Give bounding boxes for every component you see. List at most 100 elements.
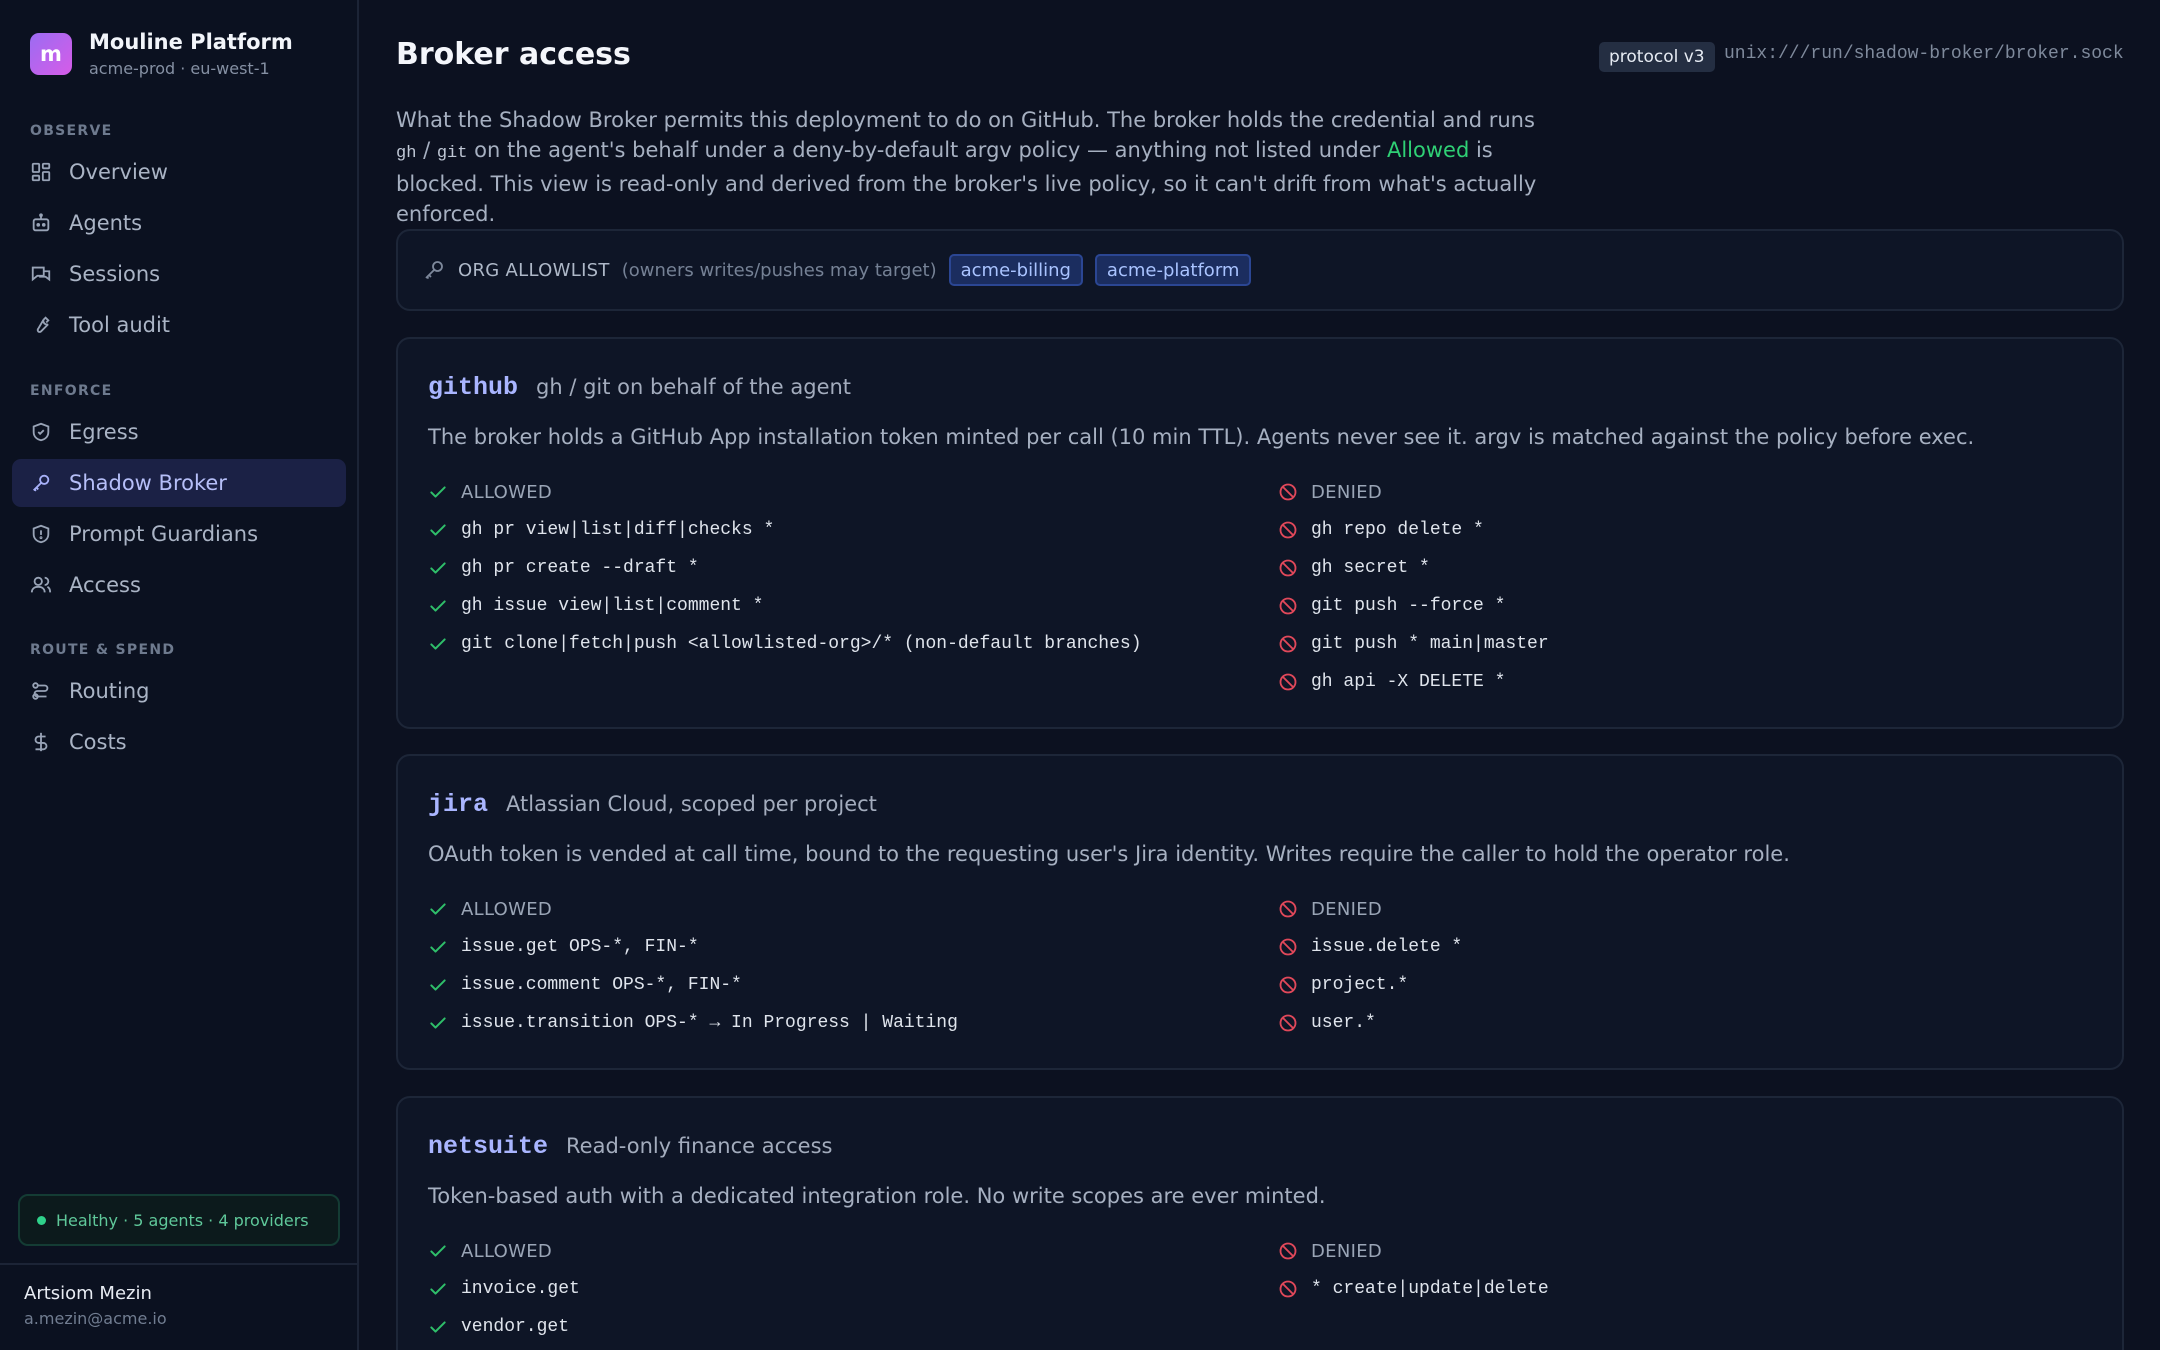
denied-label: DENIED (1311, 898, 1383, 920)
sidebar-item-egress[interactable]: Egress (12, 408, 346, 456)
health-status[interactable]: Healthy · 5 agents · 4 providers (18, 1194, 340, 1246)
shield-check-icon (30, 421, 52, 443)
service-description: The broker holds a GitHub App installati… (428, 425, 1975, 449)
ban-icon (1278, 899, 1298, 919)
page-title: Broker access (396, 37, 631, 72)
sidebar: m Mouline Platform acme-prod · eu-west-1… (0, 0, 359, 1350)
rule-pattern: gh secret * (1311, 558, 1430, 578)
check-icon (428, 596, 448, 616)
sidebar-item-routing[interactable]: Routing (12, 667, 346, 715)
sidebar-item-label: Access (69, 573, 141, 597)
rule-pattern: invoice.get (461, 1279, 580, 1299)
service-card-github: github gh / git on behalf of the agent The… (396, 337, 2124, 729)
rule-pattern: vendor.get (461, 1317, 570, 1337)
key-icon (30, 472, 52, 494)
service-description: OAuth token is vended at call time, boun… (428, 842, 1790, 866)
check-icon (428, 1279, 448, 1299)
sidebar-item-shadow-broker[interactable]: Shadow Broker (12, 459, 346, 507)
allowed-column: ALLOWED issue.get OPS-*, FIN-* issue.comme… (428, 897, 958, 1049)
sidebar-item-tool-audit[interactable]: Tool audit (12, 301, 346, 349)
status-dot (37, 1215, 46, 1225)
user-email: a.mezin@acme.io (24, 1309, 167, 1328)
socket-path: unix:///run/shadow-broker/broker.sock (1724, 44, 2124, 64)
denied-rule: gh repo delete * (1278, 518, 1549, 542)
rule-pattern: git clone|fetch|push <allowlisted-org>/*… (461, 634, 1142, 654)
check-icon (428, 634, 448, 654)
nav-section-route-spend: ROUTE & SPEND (30, 642, 176, 658)
denied-heading: DENIED (1278, 480, 1549, 504)
service-subtitle: Read-only finance access (566, 1134, 833, 1158)
denied-rule: git push * main|master (1278, 632, 1549, 656)
denied-column: DENIED issue.delete * project.* user.* (1278, 897, 1462, 1049)
denied-rule: gh api -X DELETE * (1278, 670, 1549, 694)
rule-pattern: git push --force * (1311, 596, 1506, 616)
sidebar-item-agents[interactable]: Agents (12, 199, 346, 247)
ban-icon (1278, 937, 1298, 957)
sidebar-item-label: Prompt Guardians (69, 522, 259, 546)
denied-label: DENIED (1311, 1240, 1383, 1262)
ban-icon (1278, 482, 1298, 502)
rule-pattern: gh pr create --draft * (461, 558, 699, 578)
ban-icon (1278, 1279, 1298, 1299)
check-icon (428, 558, 448, 578)
allowed-rule: issue.get OPS-*, FIN-* (428, 935, 958, 959)
denied-heading: DENIED (1278, 1239, 1549, 1263)
check-icon (428, 975, 448, 995)
environment-label: acme-prod · eu-west-1 (89, 59, 270, 79)
sidebar-item-sessions[interactable]: Sessions (12, 250, 346, 298)
check-icon (428, 1241, 448, 1261)
rule-pattern: git push * main|master (1311, 634, 1549, 654)
allowed-rule: gh pr view|list|diff|checks * (428, 518, 1142, 542)
sidebar-item-overview[interactable]: Overview (12, 148, 346, 196)
brand[interactable]: m Mouline Platform acme-prod · eu-west-1 (30, 30, 293, 78)
allowed-highlight: Allowed (1386, 138, 1470, 162)
sidebar-item-prompt-guardians[interactable]: Prompt Guardians (12, 510, 346, 558)
service-header: jira Atlassian Cloud, scoped per project (428, 790, 877, 819)
rule-pattern: issue.comment OPS-*, FIN-* (461, 975, 742, 995)
sidebar-item-label: Sessions (69, 262, 161, 286)
rule-pattern: issue.get OPS-*, FIN-* (461, 937, 699, 957)
allowed-label: ALLOWED (461, 898, 553, 920)
wrench-icon (30, 314, 52, 336)
key-icon (422, 258, 446, 282)
denied-rule: issue.delete * (1278, 935, 1462, 959)
ban-icon (1278, 975, 1298, 995)
rule-pattern: gh api -X DELETE * (1311, 672, 1506, 692)
sidebar-item-access[interactable]: Access (12, 561, 346, 609)
denied-column: DENIED gh repo delete * gh secret * git pus… (1278, 480, 1549, 708)
ban-icon (1278, 1013, 1298, 1033)
sidebar-item-label: Agents (69, 211, 143, 235)
sidebar-item-label: Tool audit (69, 313, 171, 337)
users-icon (30, 574, 52, 596)
org-tag[interactable]: acme-billing (948, 254, 1083, 286)
rule-pattern: project.* (1311, 975, 1409, 995)
sidebar-item-label: Shadow Broker (69, 471, 227, 495)
intro-text: What the Shadow Broker permits this depl… (396, 108, 1537, 226)
rule-pattern: * create|update|delete (1311, 1279, 1549, 1299)
allowed-heading: ALLOWED (428, 1239, 580, 1263)
service-card-netsuite: netsuite Read-only finance access Token-ba… (396, 1096, 2124, 1350)
grid-icon (30, 161, 52, 183)
health-text: Healthy · 5 agents · 4 providers (56, 1210, 309, 1230)
inline-code: gh (396, 144, 417, 163)
ban-icon (1278, 1241, 1298, 1261)
rule-pattern: gh issue view|list|comment * (461, 596, 764, 616)
service-name: github (428, 373, 519, 402)
allowed-column: ALLOWED gh pr view|list|diff|checks * gh p… (428, 480, 1142, 670)
ban-icon (1278, 634, 1298, 654)
sidebar-item-costs[interactable]: Costs (12, 718, 346, 766)
service-name: jira (428, 790, 489, 819)
user-name[interactable]: Artsiom Mezin (24, 1283, 152, 1304)
allowed-column: ALLOWED invoice.get vendor.get (428, 1239, 580, 1350)
ban-icon (1278, 520, 1298, 540)
denied-rule: gh secret * (1278, 556, 1549, 580)
allowed-rule: issue.transition OPS-* → In Progress | W… (428, 1011, 958, 1035)
org-allowlist-bar: ORG ALLOWLIST (owners writes/pushes may … (396, 229, 2124, 311)
service-name: netsuite (428, 1132, 549, 1161)
check-icon (428, 1317, 448, 1337)
org-tag[interactable]: acme-platform (1094, 254, 1252, 286)
ban-icon (1278, 558, 1298, 578)
allowed-label: ALLOWED (461, 1240, 553, 1262)
service-description: Token-based auth with a dedicated integr… (428, 1184, 1326, 1208)
denied-column: DENIED * create|update|delete (1278, 1239, 1549, 1315)
